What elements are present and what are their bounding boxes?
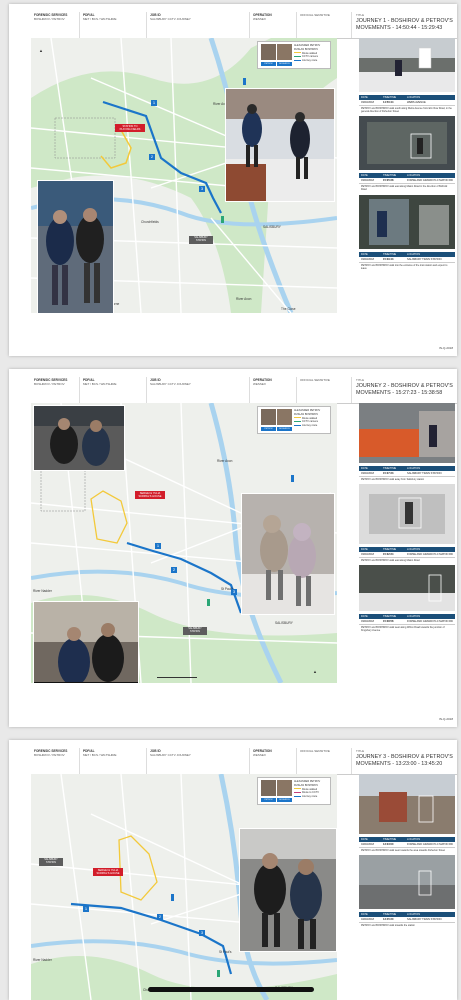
suspect-photo: [277, 44, 292, 60]
cctv-still-snow: [225, 88, 335, 202]
marker-number: 2: [157, 914, 163, 920]
cctv-frame: [359, 774, 455, 834]
page-footer: IN-Q-2018: [438, 346, 453, 350]
map-label: River Nadder: [33, 958, 52, 962]
scale-bar: [157, 677, 197, 678]
page-title: TITLE JOURNEY 3 - BOSHIROV & PETROV'S MOV…: [356, 749, 453, 767]
suspect-photo: [261, 409, 276, 425]
map-label: River Avon: [217, 459, 233, 463]
suspect-photo: [277, 409, 292, 425]
suspect-photo: [261, 44, 276, 60]
marker-number: 1: [83, 906, 89, 912]
street-map: River Nadder St Paul's SALISBURY Churchf…: [31, 774, 337, 1000]
journey-sheet-3: FORENSIC SERVICES BOSHIROV / PETROV PDF/A…: [9, 740, 457, 1000]
cctv-frame: [359, 855, 455, 910]
home-indicator[interactable]: [148, 987, 314, 992]
cctv-pin-icon: [243, 78, 246, 85]
timeline-table: DATE TIME/TIME LOCATION 03/03/2018 14:50:44…: [359, 95, 455, 116]
map-label: St Paul's: [219, 950, 232, 954]
marker-number: 2: [171, 567, 177, 573]
cctv-pin-icon: [291, 475, 294, 482]
cctv-still-street: [33, 601, 139, 683]
cctv-frame: [359, 38, 455, 92]
cctv-pin-icon: [207, 599, 210, 606]
cctv-pin-icon: [221, 216, 224, 223]
map-label: River Avon: [236, 297, 252, 301]
sheet-header: FORENSIC SERVICES BOSHIROV / PETROV PDF/A…: [31, 12, 457, 39]
marker-number: 2: [149, 154, 155, 160]
page-footer: IN-Q-2018: [438, 717, 453, 721]
station-label: SALISBURY STATION: [183, 627, 207, 635]
journey-sheet-1: FORENSIC SERVICES BOSHIROV / PETROV PDF/A…: [9, 4, 457, 356]
street-map: River Avon SALISBURY River Nadder St Pau…: [31, 403, 337, 683]
cctv-still-street: [239, 828, 337, 952]
marker-number: 1: [155, 543, 161, 549]
suspect-photo: [277, 780, 292, 796]
timeline-table: DATE TIME/TIME LOCATION 03/03/2018 15:32:24…: [359, 547, 455, 565]
station-label: SALISBURY STATION: [189, 236, 213, 244]
cctv-still-snow: [241, 493, 335, 615]
timeline-table: DATE TIME/TIME LOCATION 03/03/2018 15:38:58…: [359, 614, 455, 635]
marker-number: 3: [231, 589, 237, 595]
street-map: River Avon SALISBURY Churchfields River …: [31, 38, 337, 313]
cctv-still-street: [37, 180, 114, 313]
map-legend: PETROV BOSHIROV ALEXANDER PETROV RUSLAN …: [257, 41, 331, 69]
map-label: Churchfields: [141, 220, 159, 224]
target-location-label: SERGEI & YULIA SKRIPAL'S HOUSE: [135, 491, 165, 500]
cctv-pin-icon: [171, 894, 174, 901]
station-label: SALISBURY STATION: [39, 858, 63, 866]
map-label: River Nadder: [33, 589, 52, 593]
journey-sheet-2: FORENSIC SERVICES BOSHIROV / PETROV PDF/A…: [9, 369, 457, 727]
timeline-table: DATE TIME/TIME LOCATION 03/03/2018 15:27:23…: [359, 466, 455, 484]
timeline-table: DATE TIME/TIME LOCATION 04/03/2018 13:23:00…: [359, 837, 455, 855]
marker-number: 1: [151, 100, 157, 106]
sheet-header: FORENSIC SERVICES BOSHIROV / PETROV PDF/A…: [31, 377, 457, 404]
cctv-pin-icon: [217, 970, 220, 977]
cctv-frame: [359, 116, 455, 171]
map-legend: PETROV BOSHIROV ALEXANDER PETROV RUSLAN …: [257, 777, 331, 805]
map-label: SALISBURY: [275, 621, 293, 625]
timeline-table: DATE TIME/TIME LOCATION 03/03/2018 15:29:43…: [359, 251, 455, 273]
target-location-label: SERGEI & YULIA SKRIPAL'S HOUSE: [93, 868, 123, 877]
sheet-header: FORENSIC SERVICES BOSHIROV / PETROV PDF/A…: [31, 748, 457, 775]
map-label: The Close: [281, 307, 296, 311]
cctv-frame: [359, 484, 455, 545]
cctv-frame: [359, 403, 455, 463]
page-title: TITLE JOURNEY 1 - BOSHIROV & PETROV'S MOV…: [356, 13, 453, 31]
page-title: TITLE JOURNEY 2 - BOSHIROV & PETROV'S MOV…: [356, 378, 453, 396]
timeline-panel: DATE TIME/TIME LOCATION 04/03/2018 13:23:00…: [359, 774, 455, 930]
north-arrow-icon: ▲: [39, 48, 43, 53]
timeline-panel: DATE TIME/TIME LOCATION 03/03/2018 15:27:23…: [359, 403, 455, 636]
north-arrow-icon: ▲: [313, 669, 317, 674]
cctv-frame: [359, 194, 455, 249]
marker-number: 3: [199, 930, 205, 936]
timeline-table: DATE TIME/TIME LOCATION 04/03/2018 13:45:20…: [359, 912, 455, 930]
cctv-still-street: [33, 405, 125, 471]
timeline-panel: DATE TIME/TIME LOCATION 03/03/2018 14:50:44…: [359, 38, 455, 273]
cctv-frame: [359, 565, 455, 612]
marker-number: 3: [199, 186, 205, 192]
map-legend: PETROV BOSHIROV ALEXANDER PETROV RUSLAN …: [257, 406, 331, 434]
map-label: SALISBURY: [263, 225, 281, 229]
timeline-table: DATE TIME/TIME LOCATION 03/03/2018 15:05:28…: [359, 173, 455, 194]
suspect-photo: [261, 780, 276, 796]
target-location-label: STATION TO PLAYING FIELDS: [115, 124, 145, 133]
